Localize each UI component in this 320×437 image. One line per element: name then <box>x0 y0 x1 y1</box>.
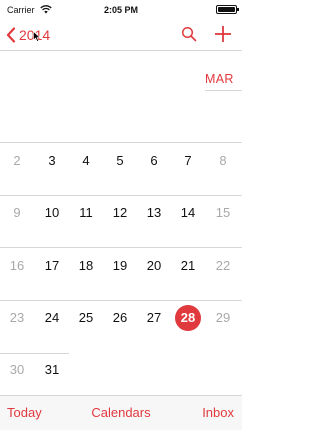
status-bar: Carrier 2:05 PM <box>0 0 242 20</box>
day-cell[interactable]: 11 <box>69 202 103 224</box>
day-cell[interactable]: 13 <box>137 202 171 224</box>
month-label: MAR <box>205 72 234 86</box>
day-cell[interactable]: 2 <box>0 150 34 172</box>
bottom-toolbar: Today Calendars Inbox <box>0 396 242 430</box>
status-time: 2:05 PM <box>103 5 138 15</box>
day-cell[interactable]: 25 <box>69 307 103 329</box>
nav-bar: 2014 <box>0 20 242 50</box>
week-divider <box>0 300 242 301</box>
day-cell[interactable]: 18 <box>69 255 103 277</box>
week-divider <box>0 142 242 143</box>
search-icon[interactable] <box>181 26 197 42</box>
day-cell[interactable]: 7 <box>171 150 205 172</box>
nav-divider <box>0 50 242 51</box>
day-cell[interactable]: 12 <box>103 202 137 224</box>
day-cell[interactable]: 8 <box>206 150 240 172</box>
day-cell[interactable]: 21 <box>171 255 205 277</box>
calendar-app-screen: Carrier 2:05 PM 2014 <box>0 0 242 437</box>
day-cell[interactable]: 16 <box>0 255 34 277</box>
day-cell[interactable]: 6 <box>137 150 171 172</box>
day-cell[interactable]: 10 <box>35 202 69 224</box>
day-cell[interactable]: 27 <box>137 307 171 329</box>
day-cell[interactable]: 24 <box>35 307 69 329</box>
day-cell[interactable]: 23 <box>0 307 34 329</box>
plus-icon[interactable] <box>214 24 232 44</box>
day-cell[interactable]: 17 <box>35 255 69 277</box>
day-cell[interactable]: 3 <box>35 150 69 172</box>
day-cell[interactable]: 14 <box>171 202 205 224</box>
inbox-button[interactable]: Inbox <box>202 405 234 420</box>
day-cell[interactable]: 29 <box>206 307 240 329</box>
day-cell[interactable]: 26 <box>103 307 137 329</box>
back-to-year-button[interactable]: 2014 <box>6 24 50 46</box>
mouse-pointer-icon <box>33 31 41 42</box>
day-cell[interactable]: 9 <box>0 202 34 224</box>
day-cell[interactable]: 5 <box>103 150 137 172</box>
week-divider <box>0 247 242 248</box>
day-cell[interactable]: 31 <box>35 359 69 381</box>
week-divider <box>0 195 242 196</box>
day-cell[interactable]: 4 <box>69 150 103 172</box>
day-cell[interactable]: 19 <box>103 255 137 277</box>
week-divider <box>0 353 69 354</box>
day-cell-today[interactable]: 28 <box>171 307 205 329</box>
day-cell[interactable]: 15 <box>206 202 240 224</box>
day-cell[interactable]: 22 <box>206 255 240 277</box>
day-cell[interactable]: 20 <box>137 255 171 277</box>
day-cell[interactable]: 30 <box>0 359 34 381</box>
chevron-left-icon <box>6 27 16 43</box>
battery-icon <box>216 5 239 14</box>
month-divider <box>205 90 242 91</box>
